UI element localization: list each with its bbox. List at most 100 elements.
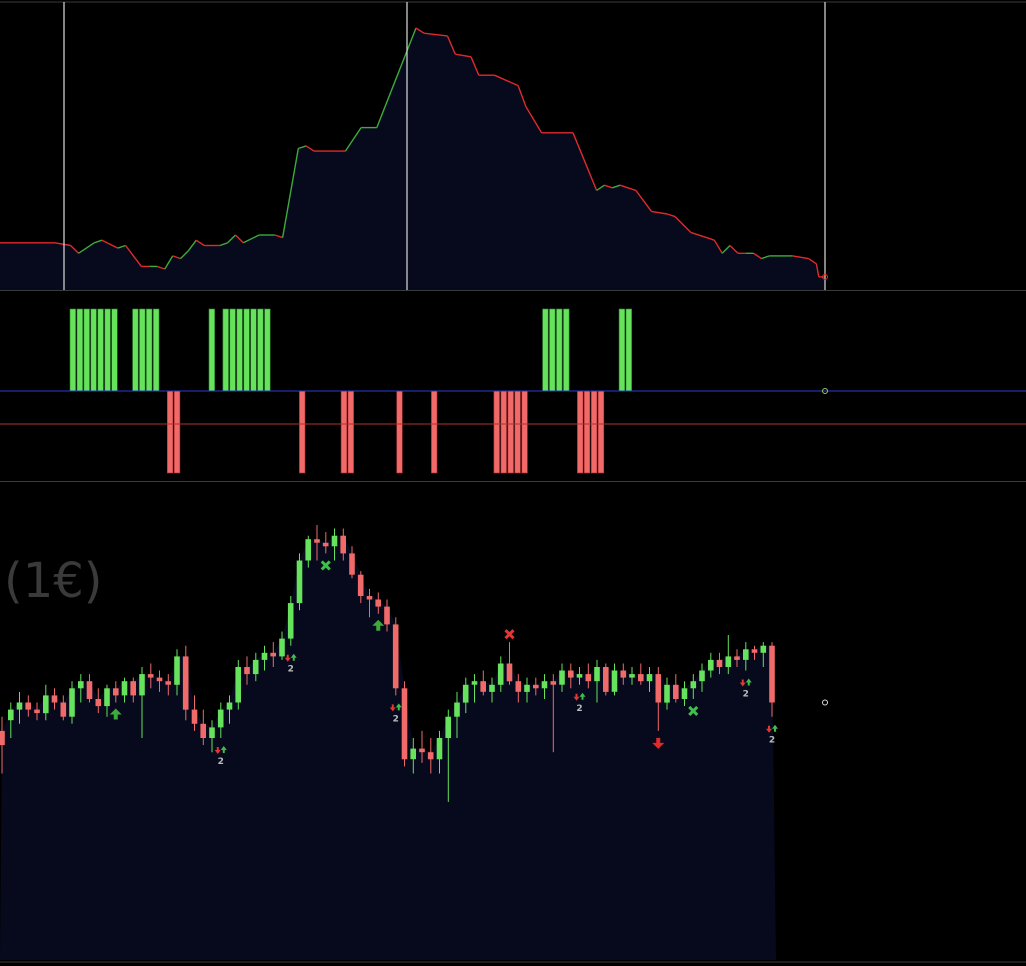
signal-bar-positive xyxy=(229,308,236,392)
signal-bar-positive xyxy=(563,308,570,392)
signal-bar-negative xyxy=(597,390,605,474)
signal-bar-positive xyxy=(97,308,104,392)
marker-count-label: 2 xyxy=(218,757,224,767)
candle-body xyxy=(86,681,93,699)
candle-body xyxy=(760,645,767,653)
marker-count-label: 2 xyxy=(743,690,749,700)
candle-body xyxy=(349,553,355,575)
candle-body xyxy=(8,709,14,721)
signal-bar-negative xyxy=(577,390,584,474)
candle-body xyxy=(585,674,592,682)
signal-bar-positive xyxy=(153,308,160,392)
candle-body xyxy=(436,738,443,760)
candle-body xyxy=(576,674,583,678)
candle-body xyxy=(322,542,329,547)
candle-body xyxy=(287,603,294,639)
signal-bar-positive xyxy=(111,308,118,392)
candle-body xyxy=(769,645,775,703)
signal-bar-negative xyxy=(167,390,174,474)
candle-body xyxy=(130,681,136,696)
candle-body xyxy=(559,670,565,685)
signal-bar-positive xyxy=(236,308,243,392)
candle-body xyxy=(734,656,740,660)
signal-bar-negative xyxy=(340,390,348,474)
candle-body xyxy=(314,539,320,543)
candle-body xyxy=(725,656,732,667)
marker-count-label: 2 xyxy=(393,714,399,724)
candle-body xyxy=(497,663,504,685)
candle-body xyxy=(121,681,128,696)
candle-body xyxy=(95,699,102,707)
candle-body xyxy=(664,684,670,703)
signal-bar-positive xyxy=(264,308,271,392)
candle-body xyxy=(357,574,364,596)
candle-body xyxy=(331,535,338,547)
candle-body xyxy=(165,681,171,685)
candle-body xyxy=(340,535,346,554)
candle-body xyxy=(78,681,84,689)
candle-body xyxy=(541,681,548,689)
candle-body xyxy=(296,560,303,604)
candle-body xyxy=(401,688,408,760)
candle-body xyxy=(270,652,276,657)
chart-canvas[interactable]: 2 2 2 2 2 2 (1€) xyxy=(0,0,1026,966)
signal-bar-positive xyxy=(625,308,632,392)
signal-bar-negative xyxy=(514,390,521,474)
marker-count-label: 2 xyxy=(288,665,294,675)
candle-body xyxy=(515,681,522,692)
candle-body xyxy=(646,674,653,682)
candle-body xyxy=(419,748,425,753)
signal-bar-positive xyxy=(542,308,549,392)
candle-body xyxy=(489,684,495,692)
signal-bar-positive xyxy=(83,308,90,392)
candle-body xyxy=(244,667,250,675)
marker-count-label: 2 xyxy=(769,736,775,746)
signal-bar-positive xyxy=(257,308,264,392)
candle-body xyxy=(506,663,513,682)
candle-body xyxy=(690,681,697,689)
signal-bar-negative xyxy=(590,390,598,474)
candle-body xyxy=(392,624,399,689)
candle-body xyxy=(191,709,198,724)
candle-body xyxy=(716,659,723,667)
candle-body xyxy=(638,674,644,682)
candle-body xyxy=(594,667,600,682)
signal-bar-negative xyxy=(396,390,403,474)
signal-bar-negative xyxy=(493,390,500,474)
signal-bar-positive xyxy=(549,308,556,392)
candle-body xyxy=(279,638,285,657)
candle-body xyxy=(366,596,373,600)
candle-body xyxy=(147,674,154,678)
signal-bar-positive xyxy=(76,308,83,392)
candle-body xyxy=(375,599,381,607)
candle-body xyxy=(550,681,557,685)
signal-bar-negative xyxy=(347,390,354,474)
signal-bar-negative xyxy=(431,390,438,474)
candle-body xyxy=(174,656,180,685)
signal-bar-positive xyxy=(146,308,153,392)
candle-body xyxy=(217,709,224,728)
candle-body xyxy=(235,667,241,703)
signal-bar-positive xyxy=(556,308,563,392)
candle-body xyxy=(445,716,451,738)
candle-body xyxy=(603,667,609,692)
signal-bar-negative xyxy=(521,390,528,474)
signal-bar-positive xyxy=(132,308,139,392)
signal-bar-positive xyxy=(139,308,146,392)
candle-body xyxy=(524,684,530,692)
signal-bar-positive xyxy=(69,308,76,392)
candle-body xyxy=(629,674,635,678)
candle-body xyxy=(25,702,31,710)
candle-body xyxy=(200,723,206,738)
candle-body xyxy=(113,688,119,696)
marker-count-label: 2 xyxy=(576,704,582,714)
candle-body xyxy=(568,670,574,678)
candle-body xyxy=(384,606,390,625)
signal-bar-negative xyxy=(500,390,507,474)
candle-body xyxy=(252,659,259,675)
candle-body xyxy=(673,684,679,699)
candle-body xyxy=(462,684,469,703)
candle-body xyxy=(139,674,145,696)
candle-body xyxy=(743,649,749,660)
signal-bar-negative xyxy=(174,390,181,474)
